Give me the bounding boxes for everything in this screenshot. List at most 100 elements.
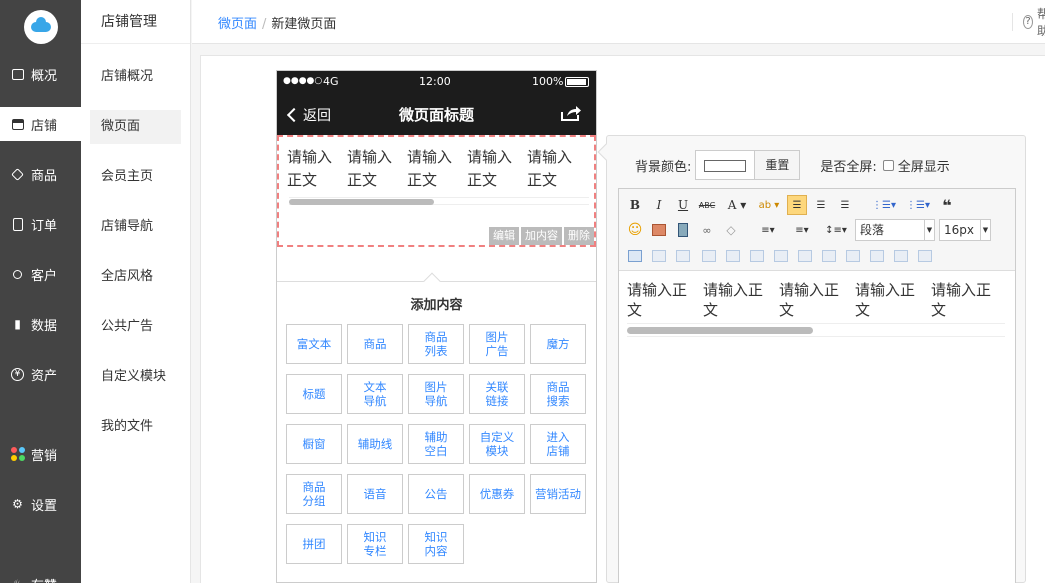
add-component-button[interactable]: 富文本 xyxy=(286,324,342,364)
strikethrough-icon[interactable]: ABC xyxy=(697,195,717,215)
nav-item-orders[interactable]: 订单 xyxy=(0,207,81,241)
add-component-button[interactable]: 商品 分组 xyxy=(286,474,342,514)
merge-cells-icon[interactable] xyxy=(795,246,815,266)
eraser-icon[interactable]: ◇ xyxy=(721,220,741,240)
font-color-icon[interactable]: A ▾ xyxy=(723,195,751,215)
add-component-button[interactable]: 营销活动 xyxy=(530,474,586,514)
table-delete-icon[interactable] xyxy=(649,246,669,266)
fullscreen-checkbox[interactable] xyxy=(882,159,894,171)
subnav-item-micropage[interactable]: 微页面 xyxy=(90,110,181,144)
highlight-icon[interactable]: ab ▾ xyxy=(755,195,783,215)
nav-item-overview[interactable]: 概况 xyxy=(0,57,81,91)
share-icon[interactable] xyxy=(560,104,582,122)
delete-col-icon[interactable] xyxy=(771,246,791,266)
paragraph-spacing-icon[interactable]: ≡▾ xyxy=(787,220,817,240)
add-component-button[interactable]: 公告 xyxy=(408,474,464,514)
nav-item-label: 营销 xyxy=(31,448,58,464)
logo[interactable] xyxy=(23,10,58,44)
add-component-button[interactable]: 魔方 xyxy=(530,324,586,364)
link-icon[interactable]: ∞ xyxy=(697,220,717,240)
editor-horizontal-scrollbar[interactable] xyxy=(627,323,1005,337)
richtext-block-selected[interactable]: 请输入 正文 请输入 正文 请输入 正文 请输入 正文 请输入 正文 编辑 加内容 删除 xyxy=(277,135,596,247)
split-rows-icon[interactable] xyxy=(891,246,911,266)
add-component-button[interactable]: 知识 内容 xyxy=(408,524,464,564)
nav-item-data[interactable]: ▮ 数据 xyxy=(0,307,81,341)
add-component-button[interactable]: 商品 列表 xyxy=(408,324,464,364)
subnav-item-my-files[interactable]: 我的文件 xyxy=(90,410,181,444)
subnav-item-overview[interactable]: 店铺概况 xyxy=(90,60,181,94)
image-icon[interactable] xyxy=(649,220,669,240)
fullscreen-option-label[interactable]: 全屏显示 xyxy=(898,156,950,175)
add-component-button[interactable]: 辅助线 xyxy=(347,424,403,464)
horizontal-scrollbar[interactable] xyxy=(289,197,589,205)
font-size-select[interactable]: 16px ▼ xyxy=(939,219,991,241)
rich-text-editor[interactable]: B I U ABC A ▾ ab ▾ ☰ ☰ ☰ ⋮☰▾ ⋮☰▾ ❝ ☺ ∞ ◇… xyxy=(618,188,1016,583)
text-cell: 请输入正文 xyxy=(467,148,513,189)
indent-icon[interactable]: ↕≡▾ xyxy=(821,220,851,240)
add-component-button[interactable]: 关联 链接 xyxy=(469,374,525,414)
insert-row-icon[interactable] xyxy=(699,246,719,266)
blockquote-icon[interactable]: ❝ xyxy=(937,195,957,215)
nav-item-youzan[interactable]: ♨ 有赞 xyxy=(0,567,81,583)
underline-icon[interactable]: U xyxy=(673,195,693,215)
add-component-button[interactable]: 商品 xyxy=(347,324,403,364)
insert-table-icon[interactable] xyxy=(625,246,645,266)
nav-item-settings[interactable]: ⚙ 设置 xyxy=(0,487,81,521)
line-height-icon[interactable]: ≡▾ xyxy=(753,220,783,240)
add-component-button[interactable]: 图片 导航 xyxy=(408,374,464,414)
nav-item-customers[interactable]: 客户 xyxy=(0,257,81,291)
numbered-list-icon[interactable]: ⋮☰▾ xyxy=(903,195,933,215)
add-component-button[interactable]: 语音 xyxy=(347,474,403,514)
subnav-item-public-ads[interactable]: 公共广告 xyxy=(90,310,181,344)
merge-down-icon[interactable] xyxy=(843,246,863,266)
add-component-button[interactable]: 商品 搜索 xyxy=(530,374,586,414)
add-component-button[interactable]: 自定义 模块 xyxy=(469,424,525,464)
nav-item-assets[interactable]: ¥ 资产 xyxy=(0,357,81,391)
split-cols-icon[interactable] xyxy=(915,246,935,266)
split-cells-icon[interactable] xyxy=(867,246,887,266)
table-caption-icon[interactable] xyxy=(673,246,693,266)
add-component-button[interactable]: 橱窗 xyxy=(286,424,342,464)
add-component-button[interactable]: 辅助 空白 xyxy=(408,424,464,464)
align-right-icon[interactable]: ☰ xyxy=(835,195,855,215)
editor-panel: 背景颜色: 重置 是否全屏: 全屏显示 B I U ABC A ▾ ab ▾ ☰… xyxy=(597,135,1026,583)
scrollbar-thumb[interactable] xyxy=(627,327,813,334)
add-component-button[interactable]: 知识 专栏 xyxy=(347,524,403,564)
bullet-list-icon[interactable]: ⋮☰▾ xyxy=(869,195,899,215)
subnav-item-store-nav[interactable]: 店铺导航 xyxy=(90,210,181,244)
subnav-item-store-style[interactable]: 全店风格 xyxy=(90,260,181,294)
align-left-icon[interactable]: ☰ xyxy=(787,195,807,215)
bg-color-picker[interactable] xyxy=(695,150,756,180)
breadcrumb-link-micropage[interactable]: 微页面 xyxy=(218,17,257,32)
merge-right-icon[interactable] xyxy=(819,246,839,266)
text-cell: 请输入正文 xyxy=(347,148,393,189)
align-center-icon[interactable]: ☰ xyxy=(811,195,831,215)
paragraph-format-select[interactable]: 段落 ▼ xyxy=(855,219,935,241)
reset-button[interactable]: 重置 xyxy=(755,150,801,180)
add-component-button[interactable]: 图片 广告 xyxy=(469,324,525,364)
insert-col-icon[interactable] xyxy=(747,246,767,266)
add-component-button[interactable]: 进入 店铺 xyxy=(530,424,586,464)
italic-icon[interactable]: I xyxy=(649,195,669,215)
editor-content[interactable]: 请输入正文 请输入正文 请输入正文 请输入正文 请输入正文 xyxy=(619,271,1015,320)
video-icon[interactable] xyxy=(673,220,693,240)
delete-button[interactable]: 删除 xyxy=(564,227,594,245)
subnav-item-member-home[interactable]: 会员主页 xyxy=(90,160,181,194)
add-component-button[interactable]: 拼团 xyxy=(286,524,342,564)
page-title[interactable]: 微页面标题 xyxy=(277,104,596,125)
nav-item-marketing[interactable]: 营销 xyxy=(0,437,81,471)
help-link[interactable]: ? 帮助 xyxy=(1012,7,1045,38)
scrollbar-thumb[interactable] xyxy=(289,199,434,205)
delete-row-icon[interactable] xyxy=(723,246,743,266)
subnav-item-custom-module[interactable]: 自定义模块 xyxy=(90,360,181,394)
add-content-button[interactable]: 加内容 xyxy=(521,227,562,245)
network-label: 4G xyxy=(323,75,339,88)
emoji-icon[interactable]: ☺ xyxy=(625,220,645,240)
nav-item-store[interactable]: 店铺 xyxy=(0,107,81,141)
add-component-button[interactable]: 文本 导航 xyxy=(347,374,403,414)
edit-button[interactable]: 编辑 xyxy=(489,227,519,245)
nav-item-products[interactable]: 商品 xyxy=(0,157,81,191)
bold-icon[interactable]: B xyxy=(625,195,645,215)
add-component-button[interactable]: 优惠券 xyxy=(469,474,525,514)
add-component-button[interactable]: 标题 xyxy=(286,374,342,414)
